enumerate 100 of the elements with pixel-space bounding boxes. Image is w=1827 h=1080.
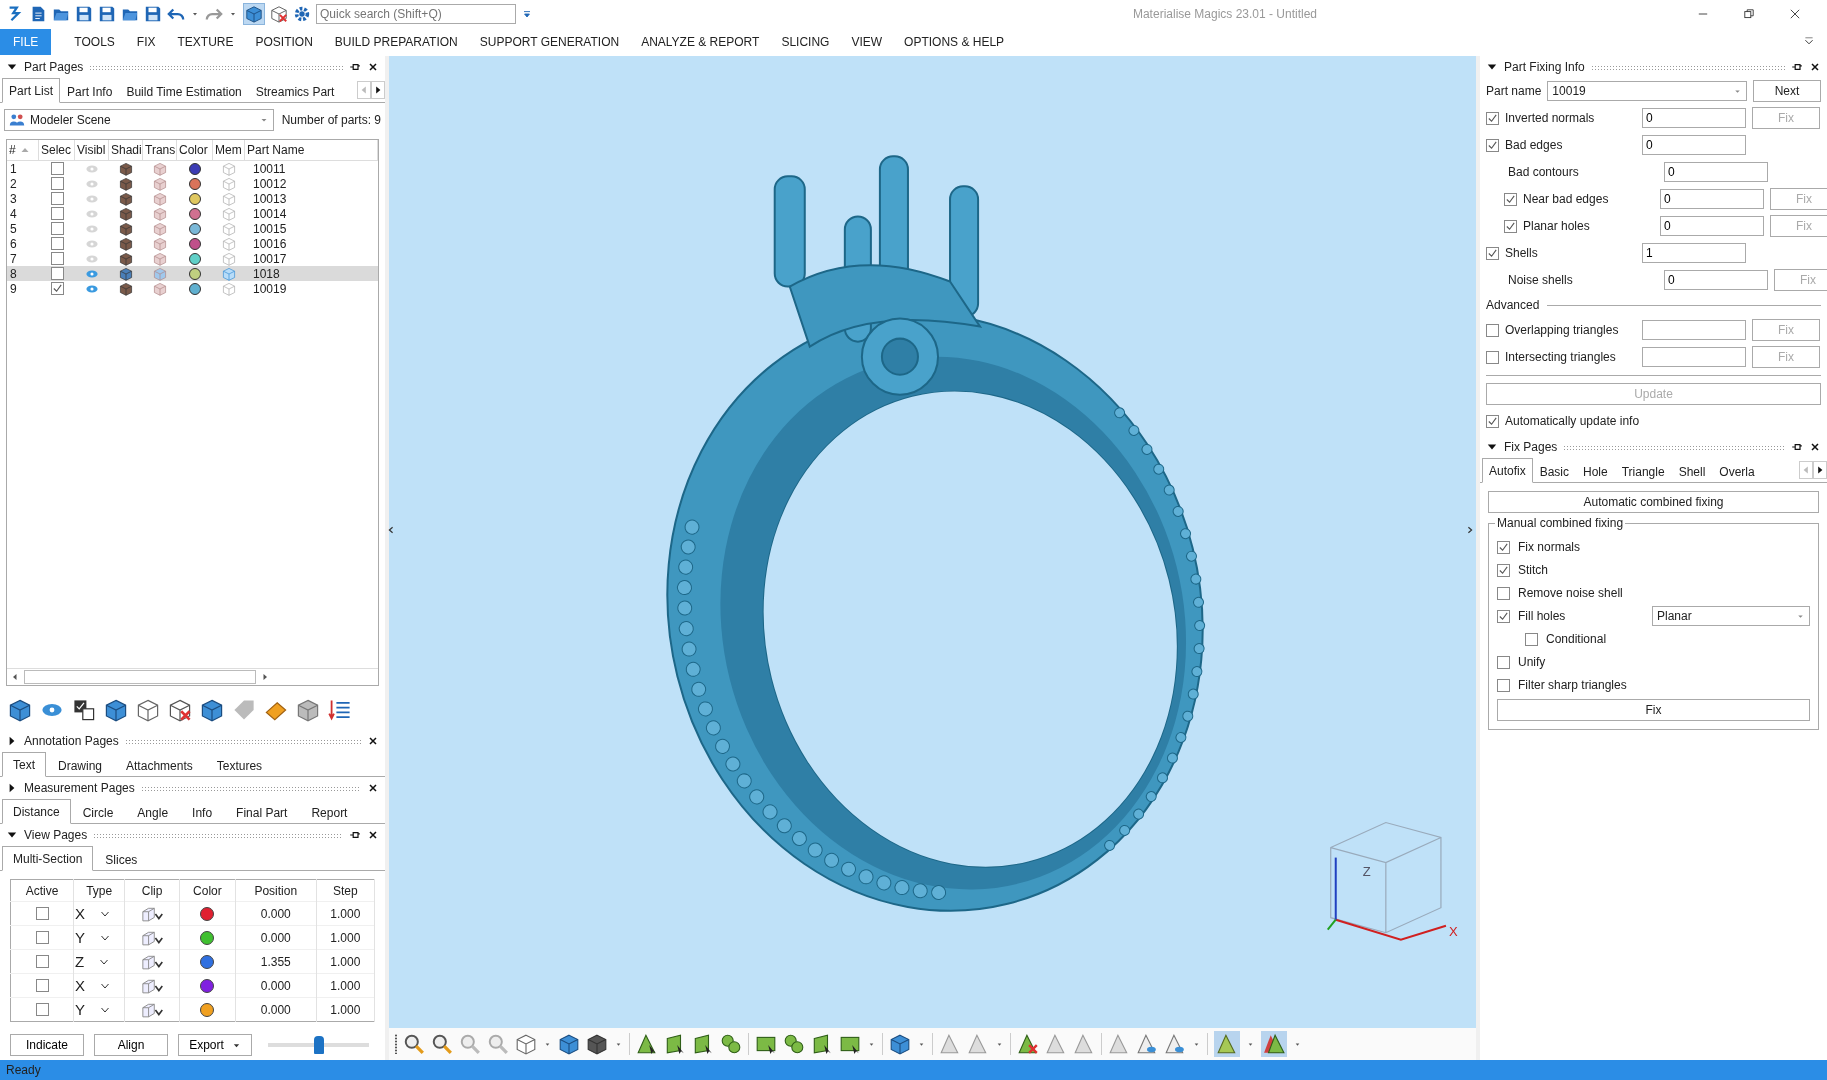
column-header[interactable]: Selec: [39, 140, 75, 160]
panel-title: Part Pages: [24, 60, 84, 74]
search-field[interactable]: Quick search (Shift+Q): [316, 4, 516, 24]
axis-label[interactable]: Z: [75, 953, 85, 970]
menu-item[interactable]: OPTIONS & HELP: [893, 29, 1016, 55]
axis-label[interactable]: Y: [75, 929, 86, 946]
checkbox-label: Bad edges: [1505, 138, 1563, 152]
table-row[interactable]: 2 10012: [7, 176, 378, 191]
tab[interactable]: Final Part: [224, 802, 300, 824]
column-header: Color: [193, 883, 222, 898]
tab[interactable]: Text: [2, 752, 46, 777]
table-cell: 6: [10, 236, 17, 251]
menu-item[interactable]: VIEW: [840, 29, 894, 55]
value-field[interactable]: 0: [1664, 162, 1768, 182]
column-header[interactable]: Trans: [143, 140, 177, 160]
tab[interactable]: Build Time Estimation: [119, 81, 249, 103]
part-name-dropdown[interactable]: 10019: [1547, 81, 1747, 101]
method-dropdown[interactable]: Planar: [1652, 606, 1810, 626]
table-cell: 1.000: [330, 954, 361, 969]
tab[interactable]: Distance: [2, 799, 71, 824]
tab[interactable]: Triangle: [1614, 461, 1672, 483]
menu-item[interactable]: BUILD PREPARATION: [323, 29, 469, 55]
dropdown-button[interactable]: Export: [178, 1034, 252, 1056]
menu-item[interactable]: TEXTURE: [166, 29, 245, 55]
tab[interactable]: Report: [299, 802, 360, 824]
tab[interactable]: Basic: [1532, 461, 1577, 483]
tab[interactable]: Info: [180, 802, 225, 824]
column-header[interactable]: Color: [177, 140, 213, 160]
value-field[interactable]: 1: [1642, 243, 1746, 263]
status-bar: Ready: [0, 1060, 1827, 1080]
table-row[interactable]: 6 10016: [7, 236, 378, 251]
column-header[interactable]: Visibl: [75, 140, 109, 160]
table-cell: 10012: [253, 176, 287, 191]
parts-count: Number of parts: 9: [281, 113, 381, 127]
table-cell: 1.000: [330, 978, 361, 993]
table-row[interactable]: 1 10011: [7, 161, 378, 176]
next-button[interactable]: Next: [1753, 80, 1821, 102]
action-button[interactable]: Align: [94, 1034, 168, 1056]
window-title: Materialise Magics 23.01 - Untitled: [1131, 7, 1319, 21]
table-cell: 10014: [253, 206, 287, 221]
checkbox-label: Conditional: [1546, 632, 1607, 646]
menu-item[interactable]: FIX: [125, 29, 167, 55]
axis-label[interactable]: Y: [75, 1001, 86, 1018]
tab[interactable]: Attachments: [114, 755, 205, 777]
tab[interactable]: Part Info: [60, 81, 120, 103]
table-cell: 10015: [253, 221, 287, 236]
column-header[interactable]: Mem: [213, 140, 245, 160]
fix-button[interactable]: Fix: [1497, 699, 1810, 721]
axis-label: X: [1448, 923, 1458, 939]
table-row[interactable]: 3 10013: [7, 191, 378, 206]
checkbox-label: Intersecting triangles: [1505, 350, 1616, 364]
section-label: Advanced: [1486, 298, 1540, 312]
tab[interactable]: Streamics Part: [248, 81, 342, 103]
column-header[interactable]: #: [7, 140, 39, 160]
table-row[interactable]: 4 10014: [7, 206, 378, 221]
group-title: Manual combined fixing: [1495, 516, 1626, 530]
axis-label[interactable]: X: [75, 905, 86, 922]
checkbox-label: Near bad edges: [1523, 192, 1609, 206]
tab[interactable]: Overla: [1712, 461, 1762, 483]
column-header[interactable]: Part Name: [245, 140, 378, 160]
table-cell: 1018: [253, 266, 280, 281]
action-button[interactable]: Indicate: [10, 1034, 84, 1056]
menu-item[interactable]: ANALYZE & REPORT: [630, 29, 771, 55]
tab[interactable]: Hole: [1576, 461, 1615, 483]
table-row[interactable]: 5 10015: [7, 221, 378, 236]
column-header[interactable]: Shadi: [109, 140, 143, 160]
table-cell: 9: [10, 281, 17, 296]
axis-label[interactable]: X: [75, 977, 86, 994]
table-cell: 3: [10, 191, 17, 206]
menu-item[interactable]: TOOLS: [63, 29, 126, 55]
auto-fix-button[interactable]: Automatic combined fixing: [1488, 491, 1819, 513]
tab[interactable]: Shell: [1671, 461, 1713, 483]
tab[interactable]: Angle: [125, 802, 181, 824]
value-field[interactable]: 0: [1642, 135, 1746, 155]
tab[interactable]: Part List: [2, 78, 60, 103]
checkbox-label: Fix normals: [1518, 540, 1580, 554]
tab[interactable]: Slices: [93, 849, 150, 871]
checkbox-label: Overlapping triangles: [1505, 323, 1619, 337]
checkbox-label: Fill holes: [1518, 609, 1566, 623]
table-row[interactable]: 7 10017: [7, 251, 378, 266]
menu-item[interactable]: SUPPORT GENERATION: [468, 29, 631, 55]
column-header: Position: [254, 883, 298, 898]
tab[interactable]: Textures: [204, 755, 275, 777]
menu-item[interactable]: POSITION: [244, 29, 324, 55]
table-cell: 1.000: [330, 1002, 361, 1017]
table-cell: 10019: [253, 281, 287, 296]
table-row[interactable]: 9 10019: [7, 281, 378, 296]
panel-title: Measurement Pages: [24, 781, 135, 795]
tab[interactable]: Circle: [70, 802, 126, 824]
table-cell: 7: [10, 251, 17, 266]
table-cell: 5: [10, 221, 17, 236]
tab[interactable]: Drawing: [46, 755, 115, 777]
table-cell: 0.000: [260, 978, 291, 993]
tab[interactable]: Multi-Section: [2, 846, 94, 871]
table-row[interactable]: 8 1018: [7, 266, 378, 281]
menu-item[interactable]: SLICING: [770, 29, 841, 55]
tab[interactable]: Autofix: [1482, 458, 1533, 483]
table-cell: 4: [10, 206, 17, 221]
column-header: Step: [332, 883, 358, 898]
scene-dropdown[interactable]: Modeler Scene: [4, 109, 274, 131]
